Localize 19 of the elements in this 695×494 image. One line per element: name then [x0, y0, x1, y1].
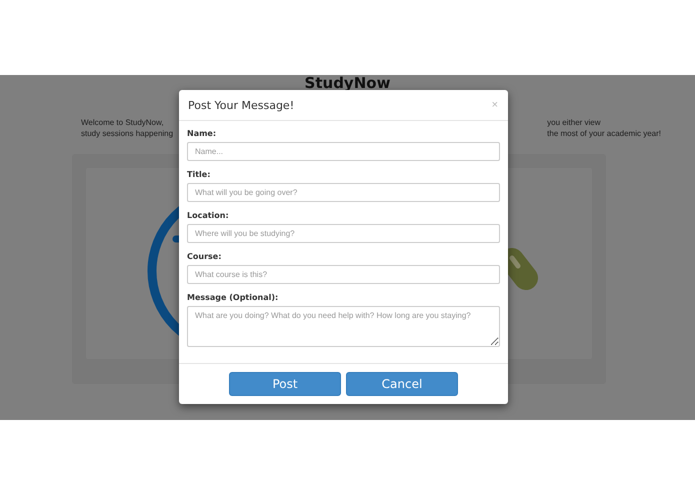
field-label: Location:	[187, 211, 230, 220]
page-heading: StudyNow	[304, 75, 392, 94]
intro-text: Welcome to StudyNow,	[81, 117, 165, 128]
cancel-button[interactable]: Cancel	[346, 372, 458, 396]
input-field[interactable]: What course is this?	[187, 265, 500, 284]
field-label: Course:	[187, 252, 222, 261]
intro-text: you either view	[547, 117, 601, 128]
field-label: Name:	[187, 129, 218, 138]
input-field[interactable]: Name...	[187, 142, 500, 161]
intro-text: study sessions happening	[81, 128, 174, 139]
dialog-title: Post Your Message!	[188, 98, 294, 112]
intro-text: the most of your academic year!	[547, 128, 661, 139]
message-field[interactable]: What are you doing? What do you need help with? How long are you staying?	[187, 306, 500, 347]
field-label: Title:	[187, 170, 212, 179]
close-button[interactable]: ×	[492, 99, 498, 111]
input-field[interactable]: Where will you be studying?	[187, 224, 500, 243]
input-field[interactable]: What will you be going over?	[187, 183, 500, 202]
field-label: Message (Optional):	[187, 293, 280, 302]
post-button[interactable]: Post	[229, 372, 341, 396]
